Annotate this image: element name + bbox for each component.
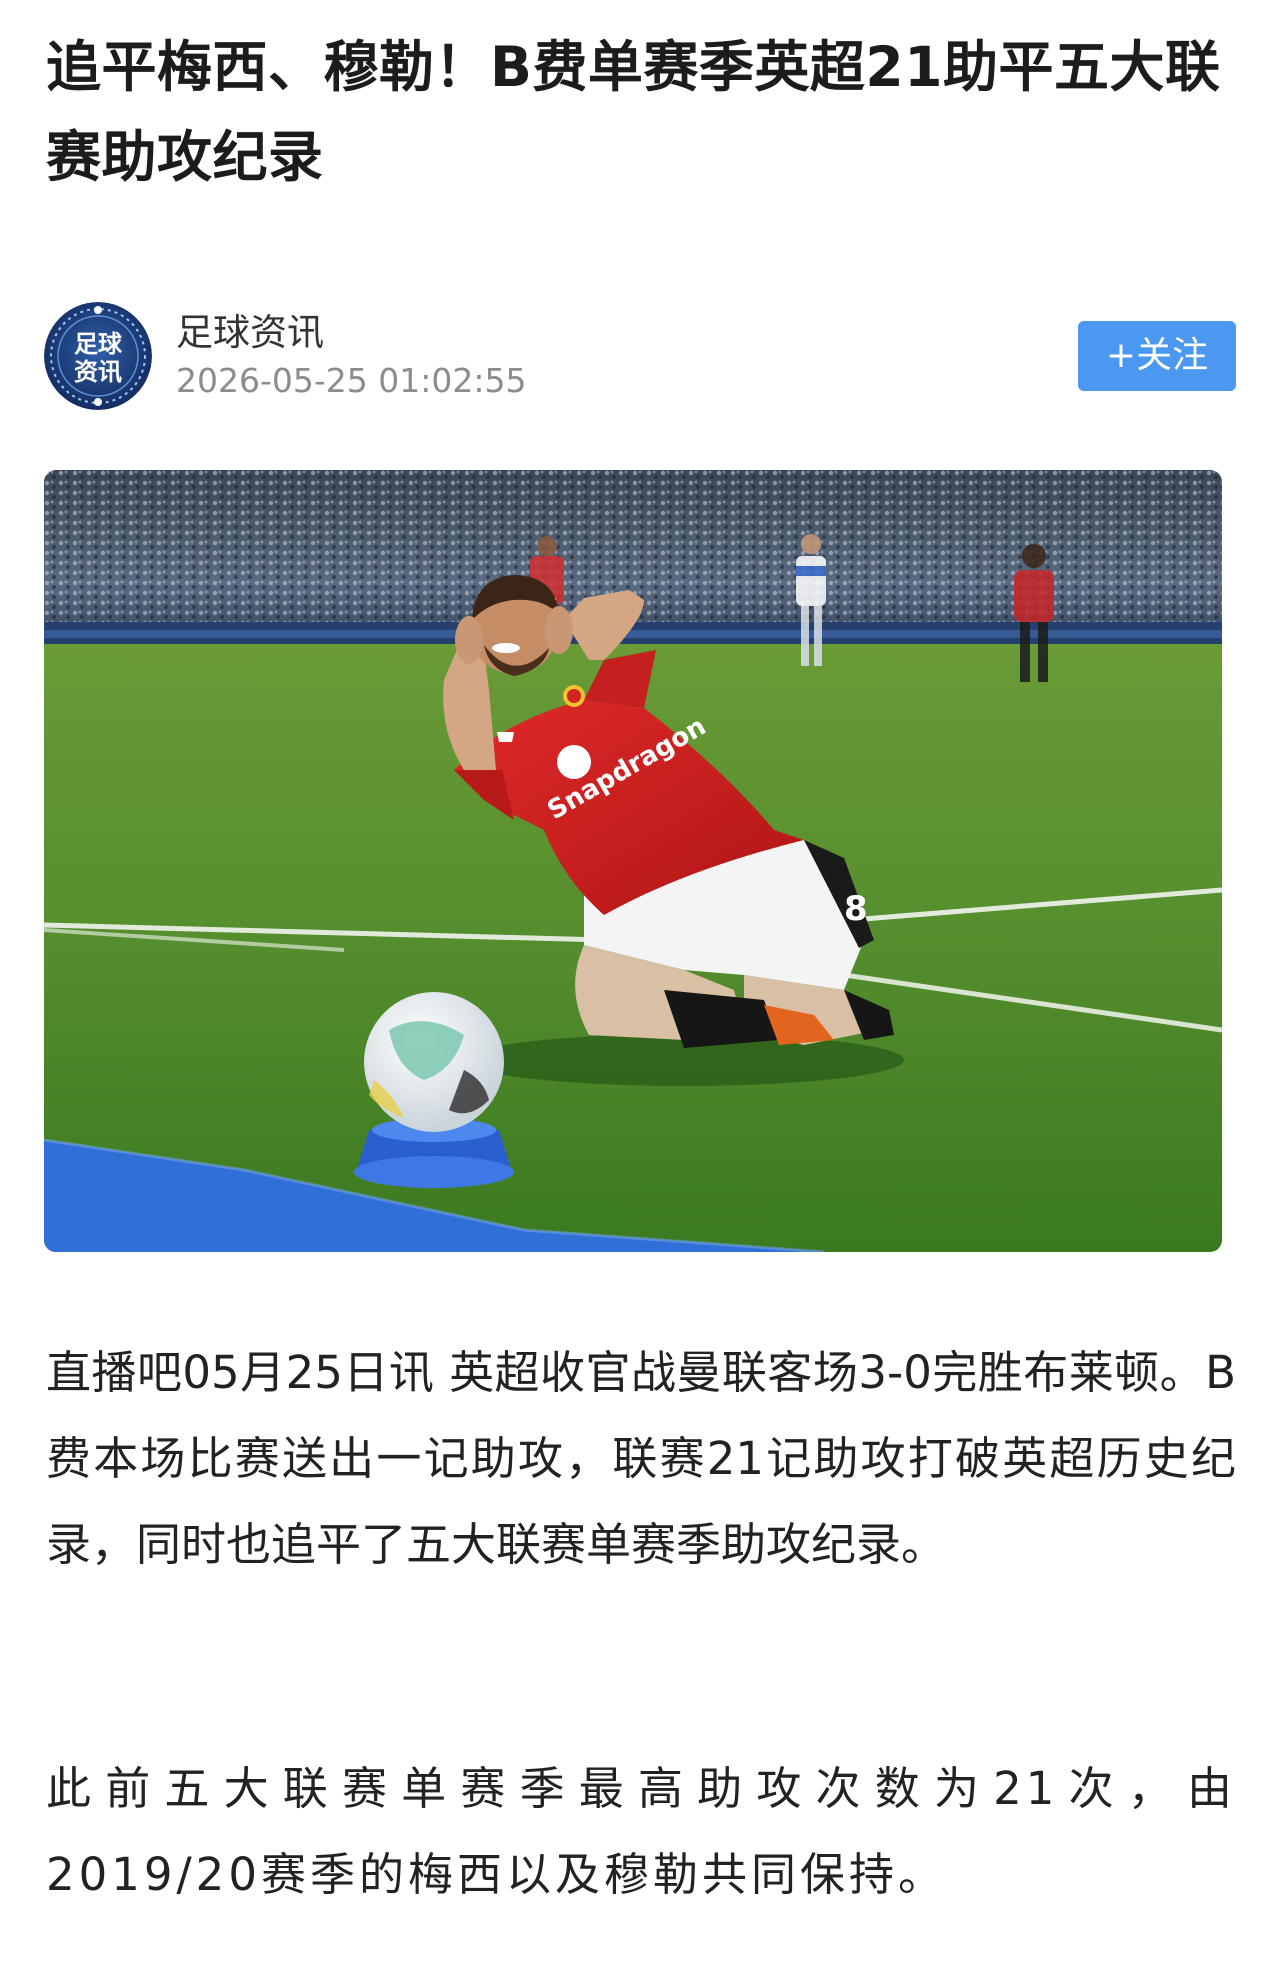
author-name[interactable]: 足球资讯 — [176, 310, 324, 356]
football-celebration-photo: Snapdragon 8 — [44, 470, 1222, 1252]
article-title: 追平梅西、穆勒！B费单赛季英超21助平五大联赛助攻纪录 — [46, 35, 1221, 189]
shirt-number-text: 8 — [844, 889, 868, 929]
author-row: 足球 资讯 足球资讯 2026-05-25 01:02:55 +关注 — [44, 300, 1236, 412]
publish-time: 2026-05-25 01:02:55 — [176, 361, 527, 400]
author-avatar[interactable]: 足球 资讯 — [44, 302, 152, 410]
avatar-logo-icon: 足球 资讯 — [44, 302, 152, 410]
article-paragraph-1: 直播吧05月25日讯 英超收官战曼联客场3-0完胜布莱顿。B费本场比赛送出一记助… — [46, 1346, 1236, 1571]
follow-button[interactable]: +关注 — [1078, 321, 1236, 391]
article-paragraph-2: 此前五大联赛单赛季最高助攻次数为21次，由2019/20赛季的梅西以及穆勒共同保… — [46, 1762, 1236, 1901]
article: 追平梅西、穆勒！B费单赛季英超21助平五大联赛助攻纪录 足球 资讯 足球资讯 2… — [0, 0, 1280, 1982]
avatar-text-bottom: 资讯 — [74, 358, 122, 386]
article-photo[interactable]: Snapdragon 8 — [44, 470, 1222, 1252]
avatar-text-top: 足球 — [74, 330, 123, 358]
